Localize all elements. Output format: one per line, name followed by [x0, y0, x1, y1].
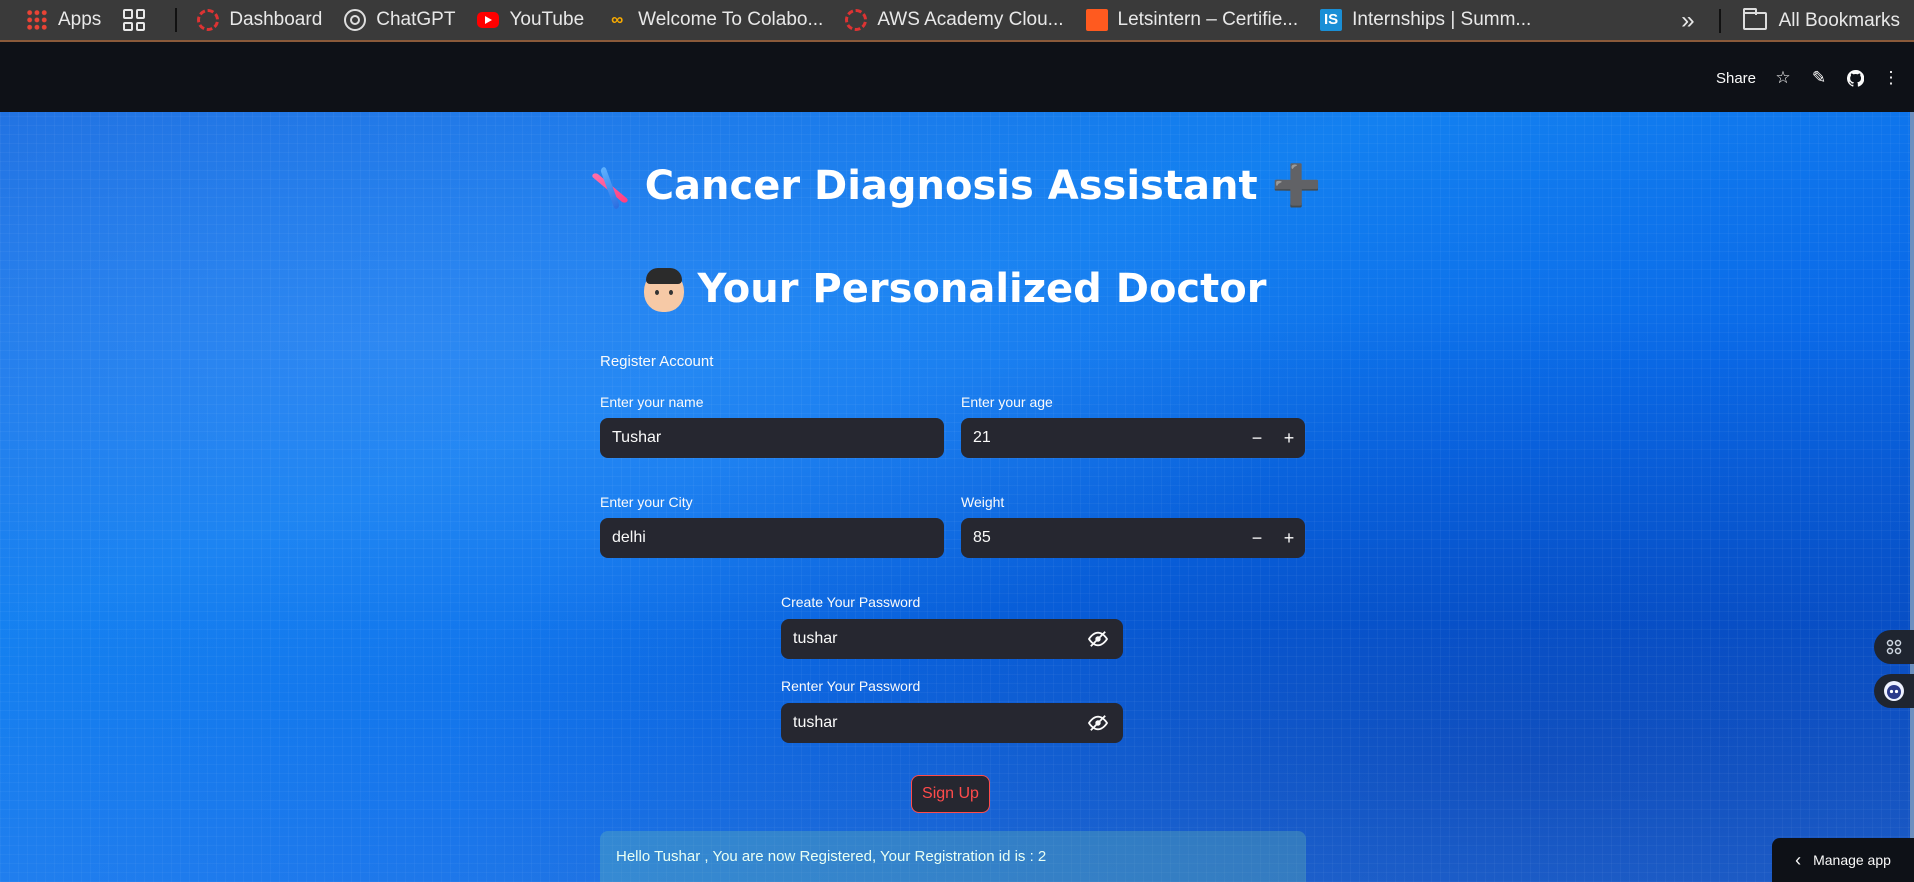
weight-label: Weight: [961, 494, 1005, 510]
bookmark-label: ChatGPT: [376, 9, 456, 30]
weight-input[interactable]: [961, 518, 1241, 558]
folder-icon: [1742, 8, 1767, 30]
tab-groups-icon[interactable]: [123, 9, 146, 31]
star-icon[interactable]: ☆: [1774, 68, 1792, 87]
bookmark-label: Apps: [58, 9, 102, 30]
header-actions: Share ☆ ✎ ⋮: [1716, 44, 1900, 112]
bookmark-colab[interactable]: ∞ Welcome To Colabo...: [606, 0, 823, 41]
password-input[interactable]: [781, 619, 1073, 659]
doctor-face-icon: [643, 268, 684, 312]
password-field[interactable]: [781, 619, 1123, 659]
manage-app-label: Manage app: [1813, 852, 1891, 868]
bookmarks-bar: Apps Dashboard ChatGPT YouTube ∞ Welcome…: [0, 0, 1914, 42]
page-title: Cancer Diagnosis Assistant ➕: [0, 162, 1910, 209]
all-bookmarks-label: All Bookmarks: [1778, 10, 1900, 31]
bookmark-internshala[interactable]: IS Internships | Summ...: [1320, 0, 1531, 41]
dna-icon: [580, 159, 638, 217]
age-field[interactable]: − +: [961, 418, 1305, 458]
bookmark-letsintern[interactable]: Letsintern – Certifie...: [1085, 0, 1299, 41]
city-input[interactable]: [600, 518, 944, 558]
assistant-bot-icon[interactable]: [1874, 674, 1914, 708]
bookmarks-divider: [175, 8, 178, 32]
bookmarks-right: » All Bookmarks: [1681, 0, 1914, 42]
colab-icon: ∞: [611, 10, 624, 29]
bookmark-label: Dashboard: [229, 9, 323, 30]
minus-icon[interactable]: −: [1241, 518, 1273, 558]
weight-stepper: − +: [1241, 518, 1305, 558]
eye-off-icon[interactable]: [1072, 619, 1123, 659]
form-title: Register Account: [600, 353, 714, 370]
bookmark-label: Internships | Summ...: [1352, 9, 1532, 30]
repassword-field[interactable]: [781, 703, 1123, 743]
city-label: Enter your City: [600, 494, 693, 510]
bookmark-label: Letsintern – Certifie...: [1117, 9, 1299, 30]
apps-grid-icon: [26, 9, 48, 31]
extension-command-icon[interactable]: [1874, 630, 1914, 664]
bookmark-youtube[interactable]: YouTube: [477, 0, 584, 41]
age-label: Enter your age: [961, 394, 1053, 410]
app-main: Cancer Diagnosis Assistant ➕ Your Person…: [0, 112, 1910, 882]
bookmark-dashboard[interactable]: Dashboard: [197, 0, 322, 41]
chevron-double-right-icon[interactable]: »: [1681, 7, 1694, 35]
signup-button[interactable]: Sign Up: [911, 775, 990, 813]
more-vertical-icon[interactable]: ⋮: [1882, 68, 1900, 87]
repassword-input[interactable]: [781, 703, 1073, 743]
bookmark-aws-academy[interactable]: AWS Academy Clou...: [845, 0, 1064, 41]
page-subtitle-text: Your Personalized Doctor: [697, 266, 1267, 312]
bookmark-label: AWS Academy Clou...: [877, 9, 1064, 30]
bookmark-apps[interactable]: Apps: [26, 0, 101, 41]
edit-pencil-icon[interactable]: ✎: [1810, 68, 1828, 87]
internshala-icon: IS: [1320, 9, 1343, 31]
name-field[interactable]: [600, 418, 944, 458]
repassword-label: Renter Your Password: [781, 678, 921, 694]
eye-off-icon[interactable]: [1072, 703, 1123, 743]
success-alert: Hello Tushar , You are now Registered, Y…: [600, 831, 1306, 882]
dashboard-ring-icon: [197, 9, 220, 31]
bookmark-label: Welcome To Colabo...: [638, 9, 824, 30]
bookmarks-divider: [1718, 9, 1721, 33]
password-label: Create Your Password: [781, 594, 921, 610]
plus-icon[interactable]: +: [1273, 518, 1305, 558]
share-button[interactable]: Share: [1716, 70, 1756, 87]
chevron-left-icon: ‹: [1795, 849, 1802, 870]
aws-academy-icon: [845, 9, 868, 31]
age-stepper: − +: [1241, 418, 1305, 458]
bookmark-label: YouTube: [509, 9, 585, 30]
all-bookmarks-button[interactable]: All Bookmarks: [1742, 0, 1900, 42]
success-message: Hello Tushar , You are now Registered, Y…: [616, 848, 1047, 865]
chatgpt-icon: [344, 9, 367, 31]
github-icon[interactable]: [1846, 69, 1864, 87]
age-input[interactable]: [961, 418, 1241, 458]
bookmark-chatgpt[interactable]: ChatGPT: [344, 0, 455, 41]
city-field[interactable]: [600, 518, 944, 558]
scrollbar[interactable]: [1910, 112, 1914, 882]
page-title-text: Cancer Diagnosis Assistant ➕: [644, 163, 1322, 209]
plus-icon[interactable]: +: [1273, 418, 1305, 458]
name-label: Enter your name: [600, 394, 704, 410]
manage-app-button[interactable]: ‹ Manage app: [1772, 838, 1914, 882]
page-subtitle: Your Personalized Doctor: [0, 266, 1910, 312]
minus-icon[interactable]: −: [1241, 418, 1273, 458]
app-header: Share ☆ ✎ ⋮: [0, 44, 1914, 112]
youtube-icon: [477, 12, 500, 28]
weight-field[interactable]: − +: [961, 518, 1305, 558]
letsintern-icon: [1085, 9, 1108, 31]
name-input[interactable]: [600, 418, 944, 458]
